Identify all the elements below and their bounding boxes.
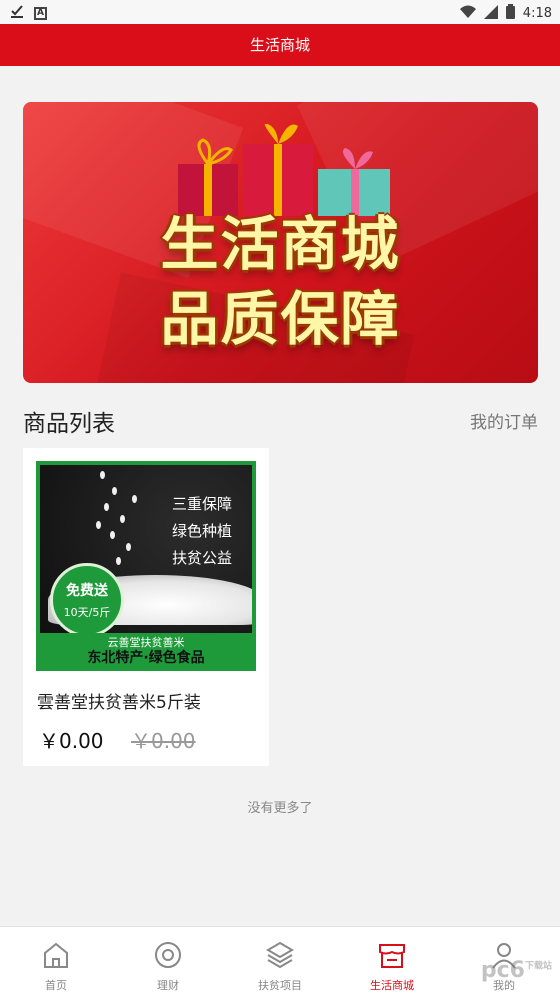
- product-name: 雲善堂扶贫善米5斤装: [37, 693, 201, 713]
- promo-banner[interactable]: 生活商城 品质保障: [23, 102, 538, 383]
- banner-line-1: 生活商城: [160, 210, 401, 278]
- product-card[interactable]: 三重保障 绿色种植 扶贫公益 免费送 10天/5斤 云善堂扶贫善米 东北特产·绿…: [23, 448, 269, 766]
- slogan-line: 绿色种植: [172, 522, 233, 540]
- tab-finance[interactable]: 理财: [112, 927, 224, 998]
- product-image-slogans: 三重保障 绿色种植 扶贫公益: [172, 491, 232, 572]
- my-orders-link[interactable]: 我的订单: [470, 408, 538, 433]
- product-original-price: ￥0.00: [131, 729, 196, 753]
- rice-grain: [132, 495, 137, 503]
- battery-icon: [505, 4, 515, 23]
- slogan-line: 扶贫公益: [172, 549, 233, 567]
- rice-grain: [126, 543, 131, 551]
- tab-home[interactable]: 首页: [0, 927, 112, 998]
- page-title: 生活商城: [249, 36, 310, 54]
- status-time: 4:18: [522, 6, 552, 21]
- product-image-footer: 云善堂扶贫善米 东北特产·绿色食品: [40, 633, 252, 667]
- signal-icon: [483, 4, 498, 23]
- footer-top-text: 云善堂扶贫善米: [107, 636, 185, 649]
- tab-poverty-projects[interactable]: 扶贫项目: [224, 927, 336, 998]
- watermark-text: pc6: [480, 958, 525, 983]
- badge-sub-text: 10天/5斤: [63, 606, 111, 619]
- section-title: 商品列表: [23, 411, 115, 437]
- rice-grain: [116, 557, 121, 565]
- bottom-tab-bar: 首页 理财 扶贫项目 生活商城 我的: [0, 926, 560, 998]
- app-a-icon: A: [34, 6, 47, 20]
- home-icon: [44, 942, 68, 968]
- tab-label: 扶贫项目: [258, 979, 302, 992]
- tab-label: 理财: [157, 979, 179, 992]
- download-done-icon: [10, 4, 24, 22]
- watermark: pc6下载站: [481, 958, 552, 983]
- free-badge: 免费送 10天/5斤: [50, 563, 124, 637]
- rice-grain: [110, 531, 115, 539]
- tab-label: 生活商城: [370, 979, 414, 992]
- list-end-text: 没有更多了: [247, 801, 313, 816]
- product-price: ￥0.00: [39, 729, 104, 753]
- wifi-icon: [459, 5, 476, 23]
- badge-main-text: 免费送: [66, 583, 108, 599]
- banner-line-2: 品质保障: [160, 285, 401, 353]
- target-icon: [155, 942, 181, 968]
- rice-grain: [104, 503, 109, 511]
- layers-icon: [266, 941, 294, 969]
- tab-life-mall[interactable]: 生活商城: [336, 927, 448, 998]
- tab-label: 首页: [45, 979, 67, 992]
- footer-bottom-text: 东北特产·绿色食品: [87, 650, 205, 666]
- rice-grain: [96, 521, 101, 529]
- product-list-header: 商品列表 我的订单: [23, 400, 538, 440]
- product-image: 三重保障 绿色种植 扶贫公益 免费送 10天/5斤 云善堂扶贫善米 东北特产·绿…: [36, 461, 256, 671]
- rice-grain: [100, 471, 105, 479]
- rice-grain: [120, 515, 125, 523]
- store-icon: [379, 944, 405, 968]
- status-bar: A 4:18: [0, 0, 560, 24]
- watermark-sub: 下载站: [524, 961, 552, 972]
- app-bar: 生活商城: [0, 24, 560, 66]
- slogan-line: 三重保障: [172, 495, 233, 513]
- rice-grain: [112, 487, 117, 495]
